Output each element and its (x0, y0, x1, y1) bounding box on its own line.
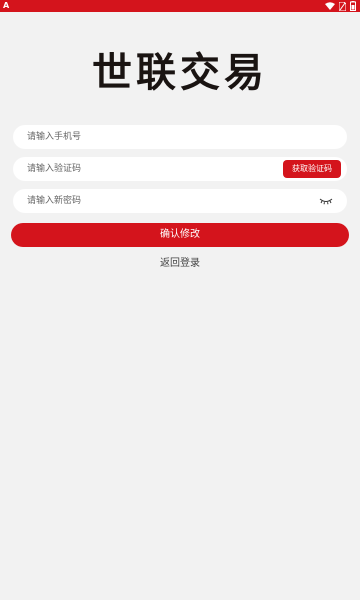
password-input[interactable] (13, 189, 347, 213)
phone-field[interactable] (13, 125, 347, 149)
notification-icon: A (3, 1, 10, 10)
back-to-login-link[interactable]: 返回登录 (160, 258, 200, 269)
app-logo: 世联交易 (92, 49, 268, 96)
no-sim-icon (339, 1, 346, 11)
password-field[interactable] (13, 189, 347, 213)
battery-icon (350, 1, 356, 11)
status-icons (325, 0, 356, 12)
status-bar: A (0, 0, 360, 12)
eye-closed-icon[interactable] (319, 196, 333, 206)
code-field[interactable]: 获取验证码 (13, 157, 347, 181)
wifi-icon (325, 2, 335, 10)
phone-input[interactable] (13, 125, 347, 149)
confirm-change-button[interactable]: 确认修改 (11, 223, 349, 247)
back-to-login: 返回登录 (0, 257, 360, 271)
get-code-button[interactable]: 获取验证码 (283, 160, 341, 178)
